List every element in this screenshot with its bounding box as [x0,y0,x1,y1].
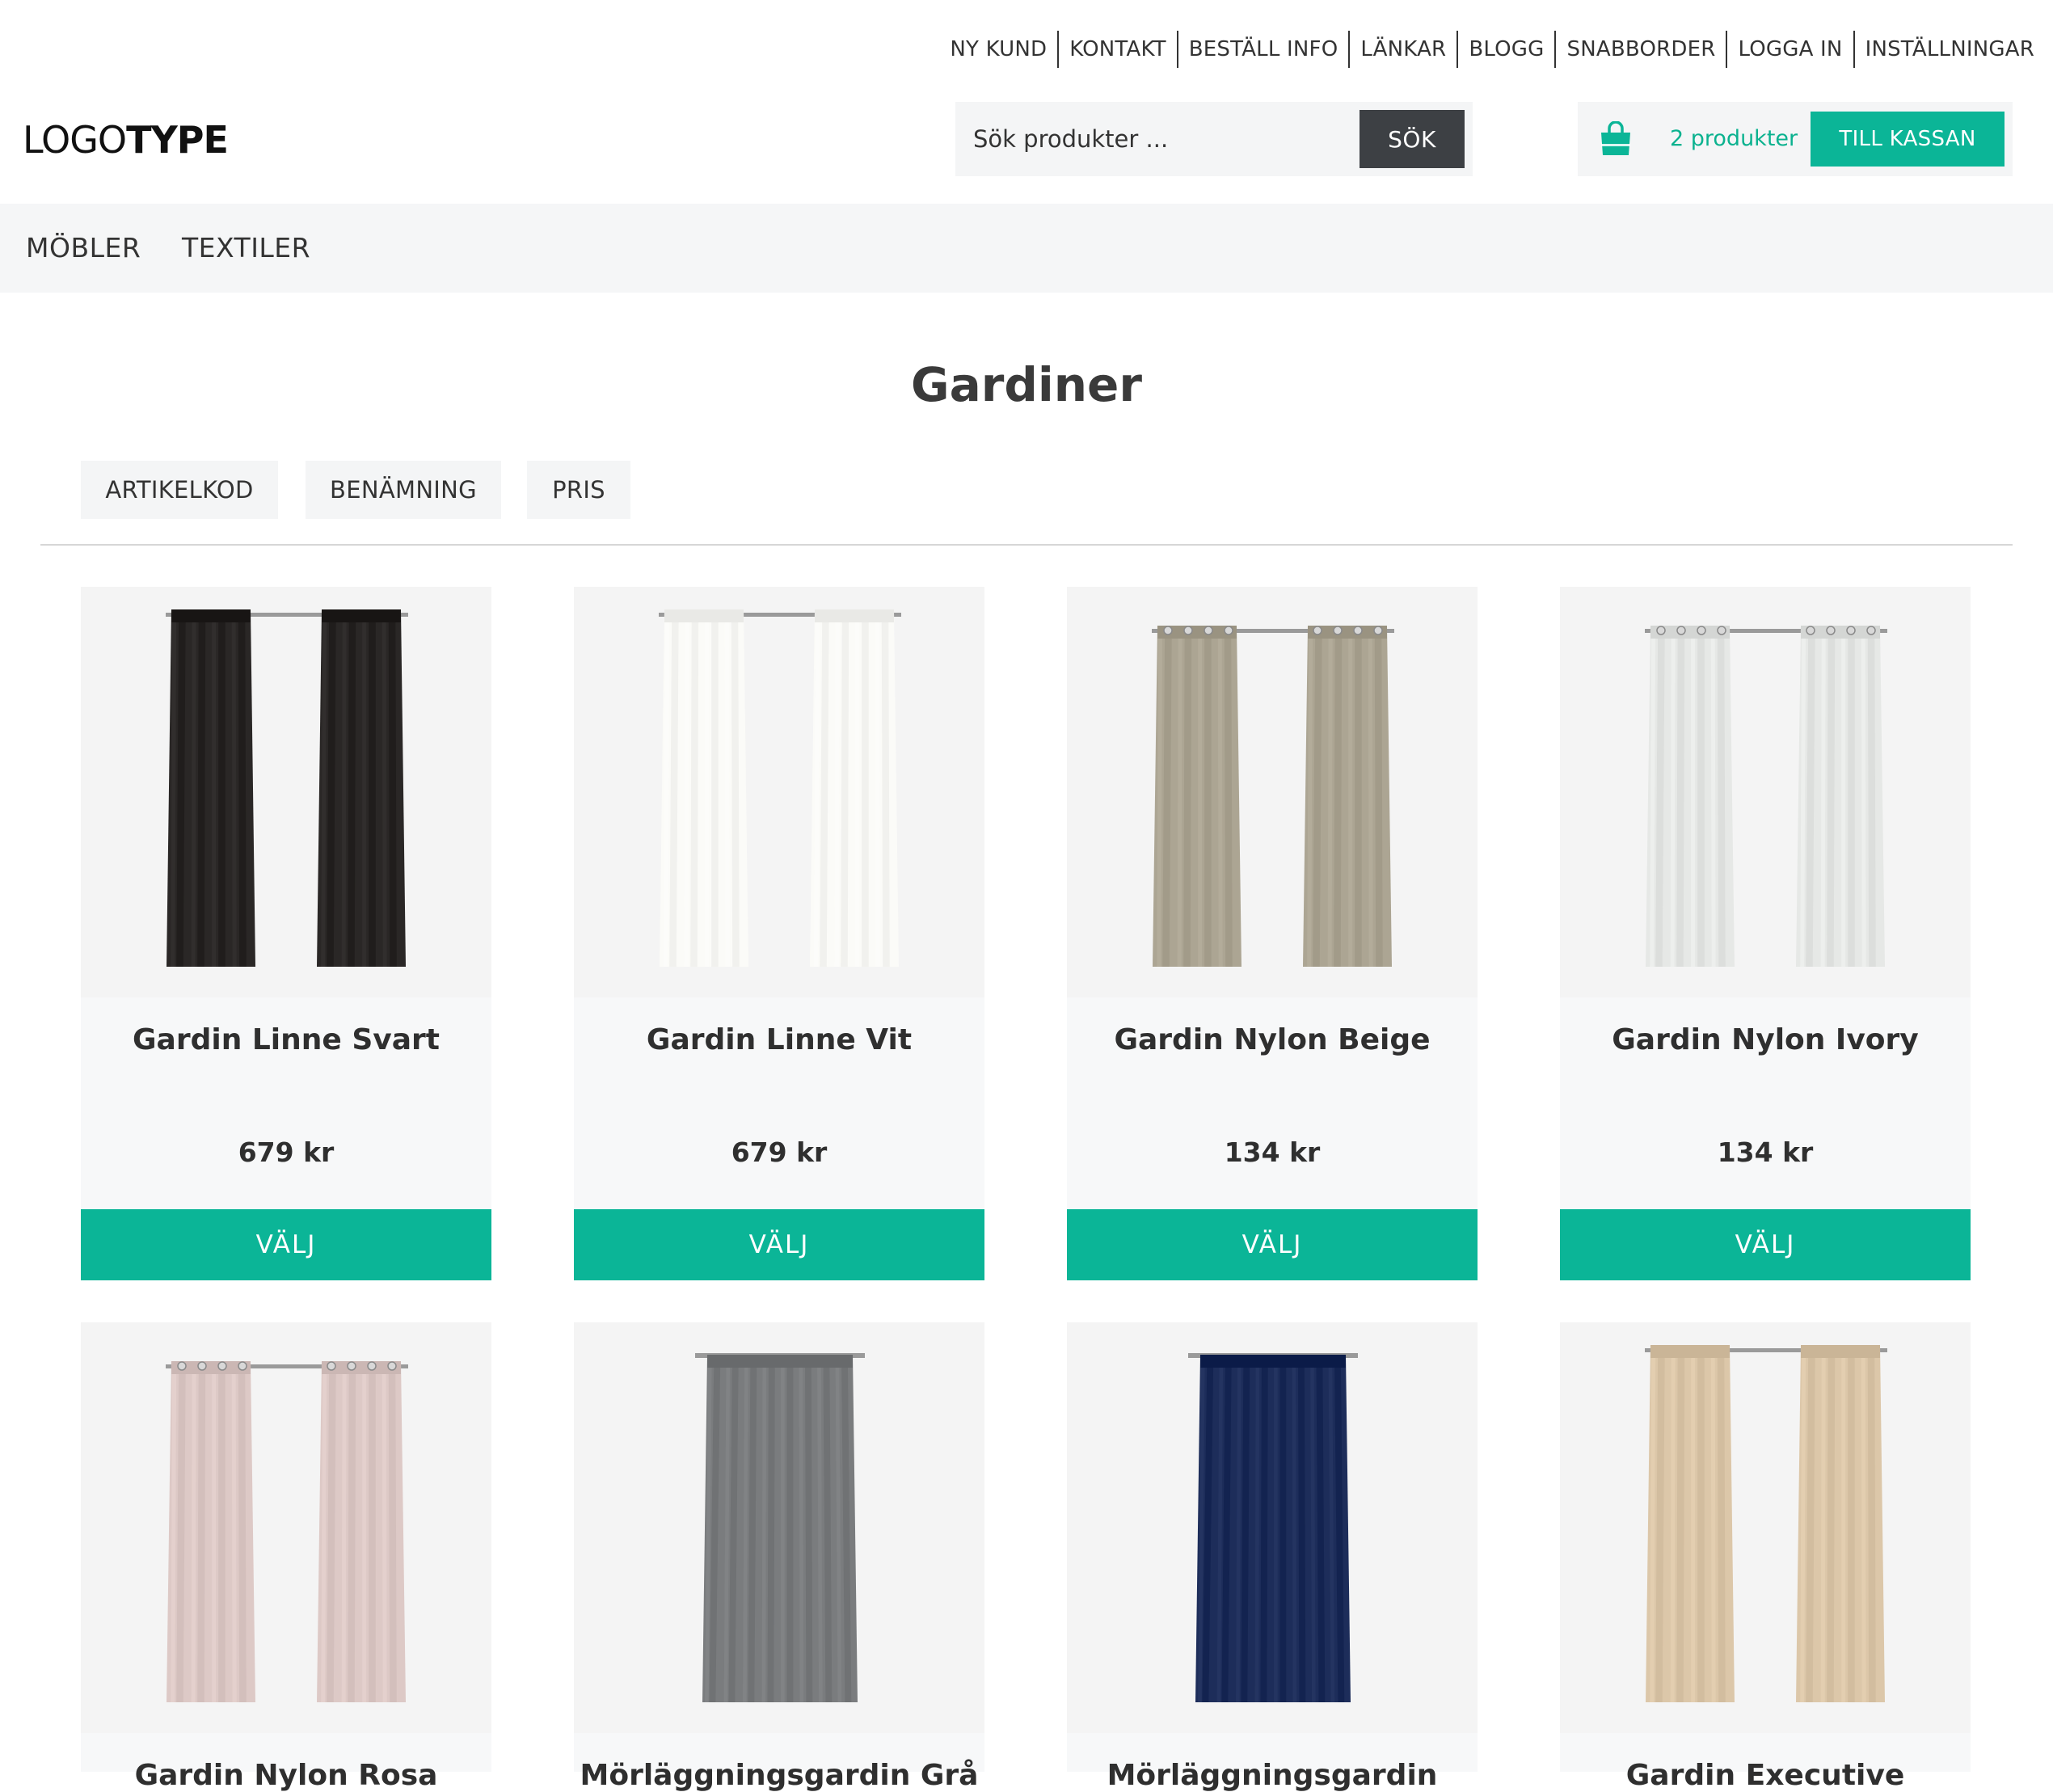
sort-button-benamning[interactable]: BENÄMNING [306,461,501,519]
nav-link-snabborder[interactable]: SNABBORDER [1554,31,1726,68]
product-card[interactable]: Gardin Nylon Ivory 134 kr VÄLJ [1560,587,1971,1280]
curtain-image [166,1360,408,1703]
sort-divider [40,544,2013,546]
product-image[interactable] [1067,1322,1478,1733]
product-price: 134 kr [1224,1136,1321,1168]
product-name[interactable]: Mörläggningsgardin Grå [574,1759,984,1792]
product-image[interactable] [574,1322,984,1733]
product-price: 679 kr [238,1136,335,1168]
category-textiler[interactable]: TEXTILER [182,204,310,293]
product-card[interactable]: Gardin Nylon Beige 134 kr VÄLJ [1067,587,1478,1280]
product-name[interactable]: Gardin Nylon Rosa [81,1759,491,1792]
search-input[interactable] [955,102,1368,176]
select-button[interactable]: VÄLJ [1067,1209,1478,1280]
curtain-image [1645,625,1887,968]
nav-link-lankar[interactable]: LÄNKAR [1348,31,1456,68]
top-utility-nav: NY KUND KONTAKT BESTÄLL INFO LÄNKAR BLOG… [939,31,2045,68]
select-button[interactable]: VÄLJ [81,1209,491,1280]
product-name[interactable]: Gardin Executive [1560,1759,1971,1792]
category-mobler[interactable]: MÖBLER [26,204,141,293]
product-name[interactable]: Gardin Linne Svart [81,1023,491,1056]
logo[interactable]: LOGOTYPE [23,118,229,162]
product-image[interactable] [1560,1322,1971,1733]
product-image[interactable] [81,587,491,997]
checkout-button[interactable]: TILL KASSAN [1811,112,2005,167]
logo-part-light: LOGO [23,118,127,162]
category-bar: MÖBLER TEXTILER [0,204,2053,293]
product-image[interactable] [1067,587,1478,997]
sort-button-artikelkod[interactable]: ARTIKELKOD [81,461,278,519]
product-image[interactable] [81,1322,491,1733]
search-box: SÖK [955,102,1473,176]
product-card[interactable]: Mörläggningsgardin [1067,1322,1478,1792]
product-name[interactable]: Gardin Linne Vit [574,1023,984,1056]
sort-button-pris[interactable]: PRIS [527,461,630,519]
select-button[interactable]: VÄLJ [574,1209,984,1280]
select-button[interactable]: VÄLJ [1560,1209,1971,1280]
product-card[interactable]: Gardin Linne Svart 679 kr VÄLJ [81,587,491,1280]
product-image[interactable] [1560,587,1971,997]
curtain-image [1152,625,1394,968]
shopping-bag-icon[interactable] [1599,121,1633,157]
curtain-image [659,609,901,968]
page-title: Gardiner [911,357,1142,412]
nav-link-kontakt[interactable]: KONTAKT [1057,31,1177,68]
curtain-image [166,609,408,968]
product-card[interactable]: Mörläggningsgardin Grå [574,1322,984,1792]
product-price: 134 kr [1717,1136,1814,1168]
product-card[interactable]: Gardin Nylon Rosa [81,1322,491,1792]
cart-count[interactable]: 2 produkter [1670,102,1798,176]
curtain-image [1188,1353,1358,1703]
product-card[interactable]: Gardin Executive [1560,1322,1971,1792]
nav-link-logga-in[interactable]: LOGGA IN [1726,31,1853,68]
cart-box: 2 produkter TILL KASSAN [1578,102,2013,176]
product-price: 679 kr [731,1136,828,1168]
product-card[interactable]: Gardin Linne Vit 679 kr VÄLJ [574,587,984,1280]
nav-link-blogg[interactable]: BLOGG [1456,31,1554,68]
product-name[interactable]: Mörläggningsgardin [1067,1759,1478,1792]
nav-link-bestall-info[interactable]: BESTÄLL INFO [1176,31,1349,68]
curtain-image [695,1353,865,1703]
curtain-image [1645,1344,1887,1703]
nav-link-installningar[interactable]: INSTÄLLNINGAR [1853,31,2045,68]
search-button[interactable]: SÖK [1360,110,1465,168]
product-image[interactable] [574,587,984,997]
nav-link-ny-kund[interactable]: NY KUND [939,31,1057,68]
product-name[interactable]: Gardin Nylon Ivory [1560,1023,1971,1056]
logo-part-bold: TYPE [126,118,229,162]
product-name[interactable]: Gardin Nylon Beige [1067,1023,1478,1056]
